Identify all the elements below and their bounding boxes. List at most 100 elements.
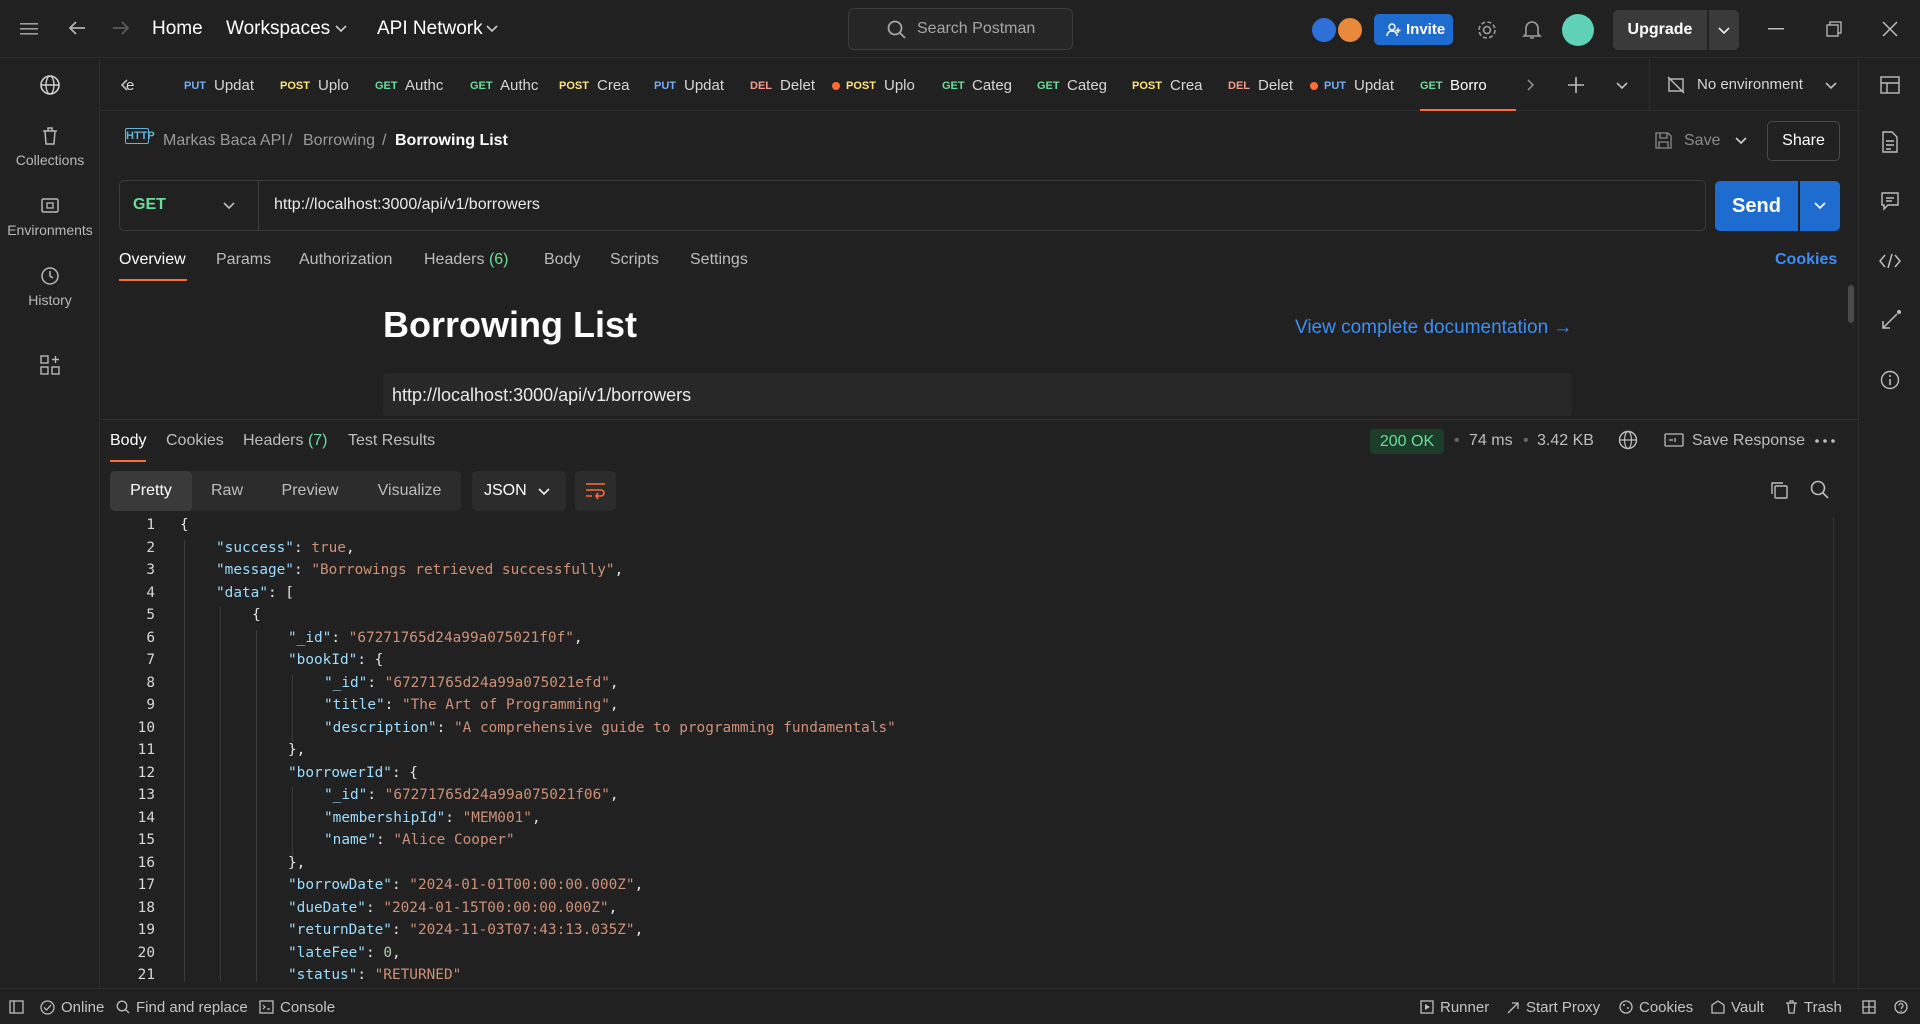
- request-tab[interactable]: PUT Updat: [654, 59, 750, 111]
- online-status[interactable]: Online: [61, 999, 104, 1016]
- help-icon[interactable]: [1894, 1000, 1908, 1014]
- runner-button[interactable]: Runner: [1440, 999, 1489, 1016]
- cookies-link[interactable]: Cookies: [1775, 251, 1837, 269]
- scrollbar[interactable]: [1833, 517, 1834, 983]
- upgrade-button[interactable]: Upgrade: [1613, 10, 1707, 50]
- response-tab-tests[interactable]: Test Results: [348, 432, 435, 450]
- restore-icon[interactable]: [1826, 21, 1842, 37]
- close-icon[interactable]: [1882, 21, 1898, 37]
- request-tab[interactable]: DEL Delet: [750, 59, 846, 111]
- forward-arrow-icon[interactable]: [112, 20, 130, 36]
- search-icon[interactable]: [1810, 480, 1830, 500]
- request-tab[interactable]: GET Borro: [1420, 59, 1516, 111]
- share-button[interactable]: Share: [1767, 121, 1840, 161]
- request-tab[interactable]: GET Categ: [1037, 59, 1132, 111]
- workspaces-menu[interactable]: Workspaces: [226, 18, 330, 40]
- tab-settings[interactable]: Settings: [690, 251, 748, 269]
- api-network-menu[interactable]: API Network: [377, 18, 483, 40]
- tab-params[interactable]: Params: [216, 251, 271, 269]
- request-tab[interactable]: GET Categ: [942, 59, 1037, 111]
- vault-button[interactable]: Vault: [1731, 999, 1764, 1016]
- gear-icon[interactable]: [1476, 19, 1498, 41]
- status-badge[interactable]: 200 OK: [1370, 429, 1444, 454]
- upgrade-dropdown[interactable]: [1709, 10, 1739, 50]
- code-icon[interactable]: [1879, 253, 1901, 269]
- scrollbar[interactable]: [1848, 285, 1854, 323]
- minimize-icon[interactable]: [1768, 28, 1784, 30]
- avatar[interactable]: [1310, 16, 1338, 44]
- avatar[interactable]: [1336, 16, 1364, 44]
- environment-selector[interactable]: No environment: [1667, 59, 1842, 111]
- workbench-icon[interactable]: [1880, 75, 1900, 95]
- info-icon[interactable]: [1880, 370, 1900, 390]
- start-proxy-button[interactable]: Start Proxy: [1526, 999, 1600, 1016]
- request-name[interactable]: Borrowing List: [395, 132, 508, 150]
- user-avatar[interactable]: [1562, 14, 1594, 46]
- add-apps-icon[interactable]: [40, 355, 60, 375]
- breadcrumb-folder[interactable]: Borrowing: [303, 132, 375, 150]
- back-arrow-icon[interactable]: [68, 20, 86, 36]
- method-selector[interactable]: GET: [120, 181, 259, 230]
- request-tab[interactable]: POST Uplo: [280, 59, 375, 111]
- globe-icon[interactable]: [39, 74, 61, 96]
- sidebar-item-history[interactable]: History: [0, 266, 100, 308]
- tab-overview[interactable]: Overview: [119, 251, 186, 269]
- search-input[interactable]: Search Postman: [848, 8, 1073, 50]
- network-globe-icon[interactable]: [1618, 430, 1638, 450]
- find-replace-button[interactable]: Find and replace: [136, 999, 248, 1016]
- invite-button[interactable]: Invite: [1374, 14, 1453, 45]
- console-button[interactable]: Console: [280, 999, 335, 1016]
- request-tab[interactable]: PUT Updat: [1324, 59, 1420, 111]
- bell-icon[interactable]: [1522, 19, 1542, 41]
- more-options-icon[interactable]: [1815, 439, 1835, 443]
- tab-headers[interactable]: Headers (6): [424, 251, 509, 269]
- request-tab[interactable]: GET Authc: [375, 59, 470, 111]
- view-visualize[interactable]: Visualize: [358, 471, 461, 511]
- breadcrumb-collection[interactable]: Markas Baca API: [163, 132, 286, 150]
- save-response-button[interactable]: Save Response: [1656, 428, 1805, 452]
- copy-icon[interactable]: [1770, 481, 1789, 500]
- tab-authorization[interactable]: Authorization: [299, 251, 392, 269]
- plus-icon[interactable]: [1567, 76, 1585, 94]
- related-collections-icon[interactable]: [1880, 309, 1902, 331]
- view-raw[interactable]: Raw: [192, 471, 262, 511]
- response-tab-cookies[interactable]: Cookies: [166, 432, 224, 450]
- request-tab[interactable]: PUT Updat: [184, 59, 280, 111]
- chevron-right-icon[interactable]: [1527, 79, 1535, 91]
- response-size[interactable]: 3.42 KB: [1537, 432, 1594, 450]
- home-link[interactable]: Home: [152, 18, 203, 40]
- response-tab-body[interactable]: Body: [110, 432, 146, 450]
- save-button[interactable]: Save: [1654, 130, 1722, 154]
- request-tab[interactable]: POST Crea: [1132, 59, 1228, 111]
- sidebar-item-environments[interactable]: Environments: [0, 196, 100, 238]
- response-tab-headers[interactable]: Headers (7): [243, 432, 328, 450]
- url-input[interactable]: http://localhost:3000/api/v1/borrowers: [274, 196, 540, 214]
- request-tab[interactable]: DEL Delet: [1228, 59, 1324, 111]
- chevron-down-icon[interactable]: [1616, 82, 1628, 90]
- send-dropdown[interactable]: [1800, 181, 1840, 231]
- layout-icon[interactable]: [1862, 1000, 1876, 1014]
- sidebar-item-collections[interactable]: Collections: [0, 126, 100, 168]
- response-body-editor[interactable]: 1 {2 "success": true, 3 "message": "Borrowin…: [101, 516, 1833, 982]
- request-tab[interactable]: POST Uplo: [846, 59, 942, 111]
- comments-icon[interactable]: [1880, 191, 1900, 211]
- wrap-lines-button[interactable]: [575, 471, 616, 511]
- view-documentation-link[interactable]: View complete documentation →: [1295, 317, 1572, 339]
- send-button[interactable]: Send: [1715, 181, 1798, 231]
- chevron-down-icon[interactable]: [1735, 137, 1747, 145]
- trash-button[interactable]: Trash: [1804, 999, 1842, 1016]
- request-tab[interactable]: e: [126, 59, 150, 111]
- view-preview[interactable]: Preview: [262, 471, 358, 511]
- pane-divider[interactable]: [101, 419, 1858, 420]
- format-dropdown[interactable]: JSON: [472, 471, 566, 511]
- tab-body[interactable]: Body: [544, 251, 580, 269]
- request-tab[interactable]: POST Crea: [559, 59, 654, 111]
- toggle-sidebar-icon[interactable]: [9, 1000, 24, 1014]
- view-pretty[interactable]: Pretty: [110, 471, 192, 511]
- cookies-button[interactable]: Cookies: [1639, 999, 1693, 1016]
- documentation-icon[interactable]: [1881, 131, 1899, 153]
- tab-scripts[interactable]: Scripts: [610, 251, 659, 269]
- response-time[interactable]: 74 ms: [1469, 432, 1513, 450]
- menu-icon[interactable]: [20, 22, 38, 36]
- request-tab[interactable]: GET Authc: [470, 59, 559, 111]
